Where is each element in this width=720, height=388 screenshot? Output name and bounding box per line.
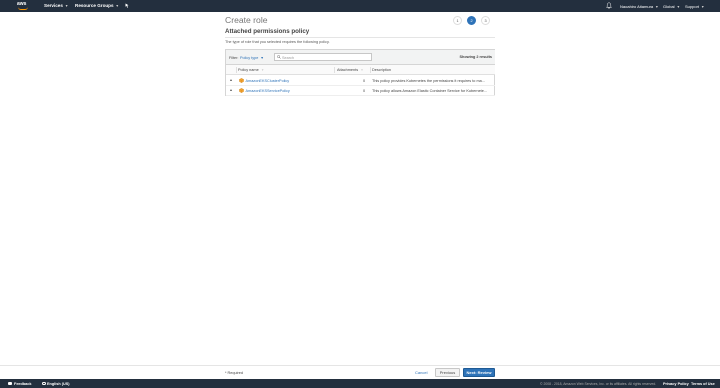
language-selector[interactable]: English (US): [42, 382, 70, 386]
policy-description: This policy provides Kubernetes the perm…: [372, 79, 485, 83]
bell-icon[interactable]: [605, 2, 613, 9]
expand-row-icon[interactable]: [230, 89, 232, 92]
terms-of-use-link[interactable]: Terms of Use: [691, 382, 715, 386]
chevron-down-icon: ▼: [64, 4, 69, 8]
region-label: Global: [663, 3, 675, 9]
user-menu[interactable]: Naoahiro Aitamura ▼: [620, 4, 659, 9]
column-separator: [370, 67, 371, 73]
copyright-text: © 2008 - 2018, Amazon Web Services, Inc.…: [540, 381, 657, 386]
table-header: Policy name ▾ Attachments ▾ Description: [226, 65, 495, 75]
column-header-label: Policy name: [238, 68, 259, 72]
privacy-policy-link[interactable]: Privacy Policy: [663, 382, 689, 386]
step-1[interactable]: 1: [453, 16, 462, 25]
chevron-down-icon: ▼: [676, 4, 681, 9]
region-menu[interactable]: Global ▼: [663, 4, 680, 9]
chevron-down-icon: ▼: [701, 4, 705, 9]
column-separator: [236, 67, 237, 73]
search-input[interactable]: [282, 54, 370, 61]
table-row[interactable]: AmazonEKSServicePolicy 0 This policy all…: [226, 86, 495, 96]
section-title: Attached permissions policy: [225, 28, 310, 35]
column-header-policy-name[interactable]: Policy name ▾: [238, 68, 264, 72]
feedback-link[interactable]: Feedback: [8, 382, 32, 386]
previous-button[interactable]: Previous: [435, 368, 460, 377]
sort-icon: ▾: [361, 68, 363, 72]
services-label: Services: [44, 3, 63, 8]
search-icon: [277, 55, 281, 60]
column-header-label: Attachments: [337, 68, 359, 72]
resource-groups-label: Resource Groups: [75, 3, 114, 8]
policy-cube-icon: [239, 78, 244, 84]
attachments-count: 0: [363, 89, 366, 93]
policy-name-link[interactable]: AmazonEKSServicePolicy: [246, 89, 290, 93]
filter-policy-type-dropdown[interactable]: Policy type ▼: [240, 56, 264, 60]
step-2-current: 2: [467, 16, 476, 25]
column-header-attachments[interactable]: Attachments ▾: [337, 68, 363, 72]
filter-value-label: Policy type: [240, 55, 259, 60]
page-title: Create role: [225, 15, 268, 25]
chevron-down-icon: ▼: [115, 4, 120, 8]
table-row[interactable]: AmazonEKSClusterPolicy 0 This policy pro…: [226, 76, 495, 86]
divider: [225, 37, 495, 38]
aws-logo[interactable]: aws: [16, 1, 30, 11]
policy-table: Filter: Policy type▼ Showing 2 results P…: [225, 49, 495, 96]
next-review-button[interactable]: Next: Review: [463, 368, 495, 377]
attachments-count: 0: [363, 79, 366, 83]
support-menu[interactable]: Support ▼: [685, 4, 704, 9]
top-navigation-bar: aws Services ▼ Resource Groups ▼ Naoahiro …: [0, 0, 720, 12]
support-label: Support: [685, 3, 700, 9]
expand-row-icon[interactable]: [230, 79, 232, 82]
language-label: English (US): [47, 381, 70, 386]
services-menu[interactable]: Services ▼: [44, 3, 68, 8]
policy-description: This policy allows Amazon Elastic Contai…: [372, 89, 488, 93]
chevron-down-icon: ▼: [260, 55, 264, 60]
bottom-bar: Feedback English (US) © 2008 - 2018, Ama…: [0, 379, 720, 388]
cancel-button[interactable]: Cancel: [415, 370, 427, 375]
section-description: The type of role that you selected requi…: [225, 40, 330, 44]
step-3[interactable]: 3: [481, 16, 490, 25]
sort-icon: ▾: [261, 68, 264, 72]
search-box: [274, 53, 372, 61]
wizard-steps: 1 2 3: [453, 16, 490, 25]
pin-icon[interactable]: [125, 3, 129, 8]
aws-smile-icon: [18, 7, 28, 10]
chevron-down-icon: ▼: [655, 4, 659, 9]
user-name: Naoahiro Aitamura: [620, 3, 654, 9]
column-header-description: Description: [372, 68, 391, 72]
filter-label: Filter:: [229, 55, 239, 60]
feedback-label: Feedback: [14, 381, 32, 386]
column-separator: [334, 67, 335, 73]
globe-icon: [42, 381, 46, 386]
footer-divider: [0, 365, 720, 366]
speech-bubble-icon: [8, 382, 12, 385]
resource-groups-menu[interactable]: Resource Groups ▼: [75, 3, 119, 8]
required-note: * Required: [225, 371, 243, 375]
results-count: Showing 2 results: [459, 54, 493, 59]
policy-name-link[interactable]: AmazonEKSClusterPolicy: [246, 79, 290, 83]
filter-bar: Filter: Policy type▼ Showing 2 results: [226, 50, 495, 65]
policy-cube-icon: [239, 88, 244, 94]
